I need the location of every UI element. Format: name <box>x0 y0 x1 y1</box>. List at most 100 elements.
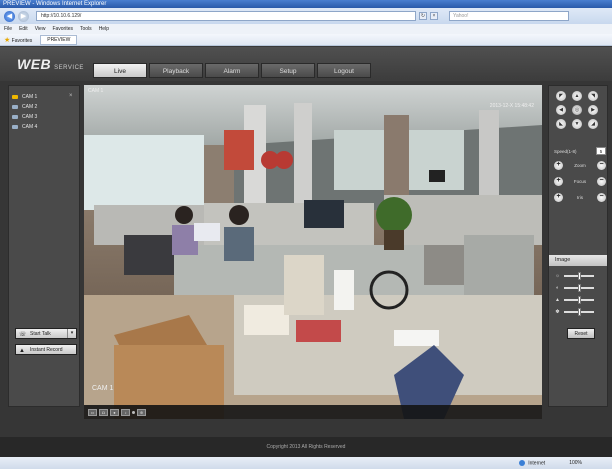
slider-thumb[interactable] <box>577 308 581 316</box>
ptz-up-right-icon[interactable]: ◥ <box>588 91 598 101</box>
star-icon: ★ <box>4 36 11 44</box>
menu-file[interactable]: File <box>4 24 12 34</box>
channel-label: CAM 3 <box>22 114 38 120</box>
chevron-down-icon[interactable]: ▾ <box>67 329 76 338</box>
menu-tools[interactable]: Tools <box>80 24 92 34</box>
menu-view[interactable]: View <box>35 24 46 34</box>
ptz-panel: ◤ ▲ ◥ ◀ ◎ ▶ ◣ ▼ ◢ Speed(1-8) 5 + Zoom − … <box>548 85 608 407</box>
favorites-bar: ★ Favorites PREVIEW <box>0 34 612 46</box>
channel-label: CAM 2 <box>22 104 38 110</box>
tab-logout[interactable]: Logout <box>317 63 371 78</box>
tab-alarm[interactable]: Alarm <box>205 63 259 78</box>
slider-thumb[interactable] <box>577 296 581 304</box>
slider-thumb[interactable] <box>577 272 581 280</box>
brightness-icon: ☼ <box>555 273 560 279</box>
channel-item-cam3[interactable]: CAM 3 <box>9 112 79 122</box>
osd-channel-label: CAM 1 <box>92 385 114 392</box>
camera-icon <box>12 95 18 99</box>
address-bar: ◀ ▶ http://10.10.6.129/ ↻ × Yahoo! <box>0 8 612 24</box>
focus-row: + Focus − <box>554 176 606 186</box>
menu-edit[interactable]: Edit <box>19 24 28 34</box>
refresh-icon[interactable]: ↻ <box>419 12 427 20</box>
app-header: WEB SERVICE Live Playback Alarm Setup Log… <box>0 47 612 81</box>
speed-label: Speed(1-8) <box>554 148 577 154</box>
video-toolbar: ▭ ◘ ● ♪ ⊕ <box>84 405 542 419</box>
instant-record-button[interactable]: ▲ Instant Record <box>15 344 77 355</box>
office-camera-image <box>84 85 542 419</box>
stop-icon[interactable]: × <box>430 12 438 20</box>
camera-icon <box>12 115 18 119</box>
status-zone-label: Internet <box>528 460 546 467</box>
zoom-out-icon[interactable]: − <box>596 160 606 170</box>
favorites-button[interactable]: ★ Favorites <box>4 36 32 44</box>
ptz-right-icon[interactable]: ▶ <box>588 105 598 115</box>
snapshot-icon[interactable]: ◘ <box>99 408 108 416</box>
channel-label: CAM 4 <box>22 124 38 130</box>
hue-icon: ✽ <box>555 309 560 315</box>
ptz-up-left-icon[interactable]: ◤ <box>556 91 566 101</box>
browser-title-bar: PREVIEW - Windows Internet Explorer <box>0 0 612 8</box>
zoom-in-icon[interactable]: + <box>554 160 563 170</box>
image-slider[interactable]: ◐ <box>554 284 604 292</box>
channel-item-cam2[interactable]: CAM 2 <box>9 102 79 112</box>
focus-out-icon[interactable]: − <box>596 176 606 186</box>
ptz-down-left-icon[interactable]: ◣ <box>556 119 566 129</box>
ptz-down-icon[interactable]: ▼ <box>572 119 582 129</box>
status-zone: Internet <box>519 459 546 467</box>
tab-live[interactable]: Live <box>93 63 147 78</box>
logo: WEB SERVICE <box>17 56 84 72</box>
zoom-row: + Zoom − <box>554 160 606 170</box>
tab-playback[interactable]: Playback <box>149 63 203 78</box>
audio-icon[interactable]: ♪ <box>121 408 130 416</box>
osd-channel-top: CAM 1 <box>88 88 104 94</box>
channel-item-cam4[interactable]: CAM 4 <box>9 122 79 132</box>
ptz-down-right-icon[interactable]: ◢ <box>588 119 598 129</box>
browser-status-bar: Internet 100% <box>0 457 612 469</box>
focus-label: Focus <box>573 178 587 184</box>
close-icon[interactable]: × <box>69 93 73 99</box>
start-talk-button[interactable]: ☏ Start Talk ▾ <box>15 328 77 339</box>
image-slider[interactable]: ▲ <box>554 296 604 304</box>
back-icon[interactable]: ◀ <box>4 10 15 22</box>
slider-track[interactable] <box>564 296 594 304</box>
menu-bar: File Edit View Favorites Tools Help <box>0 24 612 34</box>
iris-label: Iris <box>577 194 583 200</box>
slider-thumb[interactable] <box>577 284 581 292</box>
tab-setup[interactable]: Setup <box>261 63 315 78</box>
slider-track[interactable] <box>564 272 594 280</box>
image-slider[interactable]: ☼ <box>554 272 604 280</box>
window-title: PREVIEW - Windows Internet Explorer <box>3 1 107 7</box>
live-video-feed[interactable]: CAM 1 2013-12-X 15:48:42 CAM 1 <box>84 85 542 419</box>
menu-favorites[interactable]: Favorites <box>52 24 73 34</box>
iris-row: + Iris − <box>554 192 606 202</box>
camera-icon <box>12 105 18 109</box>
search-input[interactable]: Yahoo! <box>449 11 569 21</box>
contrast-icon: ◐ <box>555 285 560 291</box>
channel-label: CAM 1 <box>22 94 38 100</box>
iris-close-icon[interactable]: − <box>597 192 606 202</box>
logo-sub: SERVICE <box>54 65 84 71</box>
ptz-up-icon[interactable]: ▲ <box>572 91 582 101</box>
logo-text: WEB <box>17 56 52 72</box>
instant-record-label: Instant Record <box>30 347 63 353</box>
slider-track[interactable] <box>564 284 594 292</box>
forward-icon[interactable]: ▶ <box>18 10 29 22</box>
record-icon[interactable]: ● <box>110 408 119 416</box>
image-slider[interactable]: ✽ <box>554 308 604 316</box>
zoom-icon[interactable]: ⊕ <box>137 408 146 416</box>
slider-track[interactable] <box>564 308 594 316</box>
browser-tab[interactable]: PREVIEW <box>40 34 78 45</box>
copyright-footer: Copyright 2013 All Rights Reserved <box>0 437 612 457</box>
record-icon: ▲ <box>19 348 25 354</box>
focus-in-icon[interactable]: + <box>554 176 563 186</box>
zoom-level[interactable]: 100% <box>569 460 582 466</box>
ptz-left-icon[interactable]: ◀ <box>556 105 566 115</box>
speed-select[interactable]: 5 <box>596 147 606 155</box>
url-input[interactable]: http://10.10.6.129/ <box>36 11 416 21</box>
ptz-center-icon[interactable]: ◎ <box>572 105 582 115</box>
fullscreen-icon[interactable]: ▭ <box>88 408 97 416</box>
reset-button[interactable]: Reset <box>567 328 595 339</box>
menu-help[interactable]: Help <box>99 24 109 34</box>
start-talk-label: Start Talk <box>30 331 51 337</box>
iris-open-icon[interactable]: + <box>554 192 563 202</box>
